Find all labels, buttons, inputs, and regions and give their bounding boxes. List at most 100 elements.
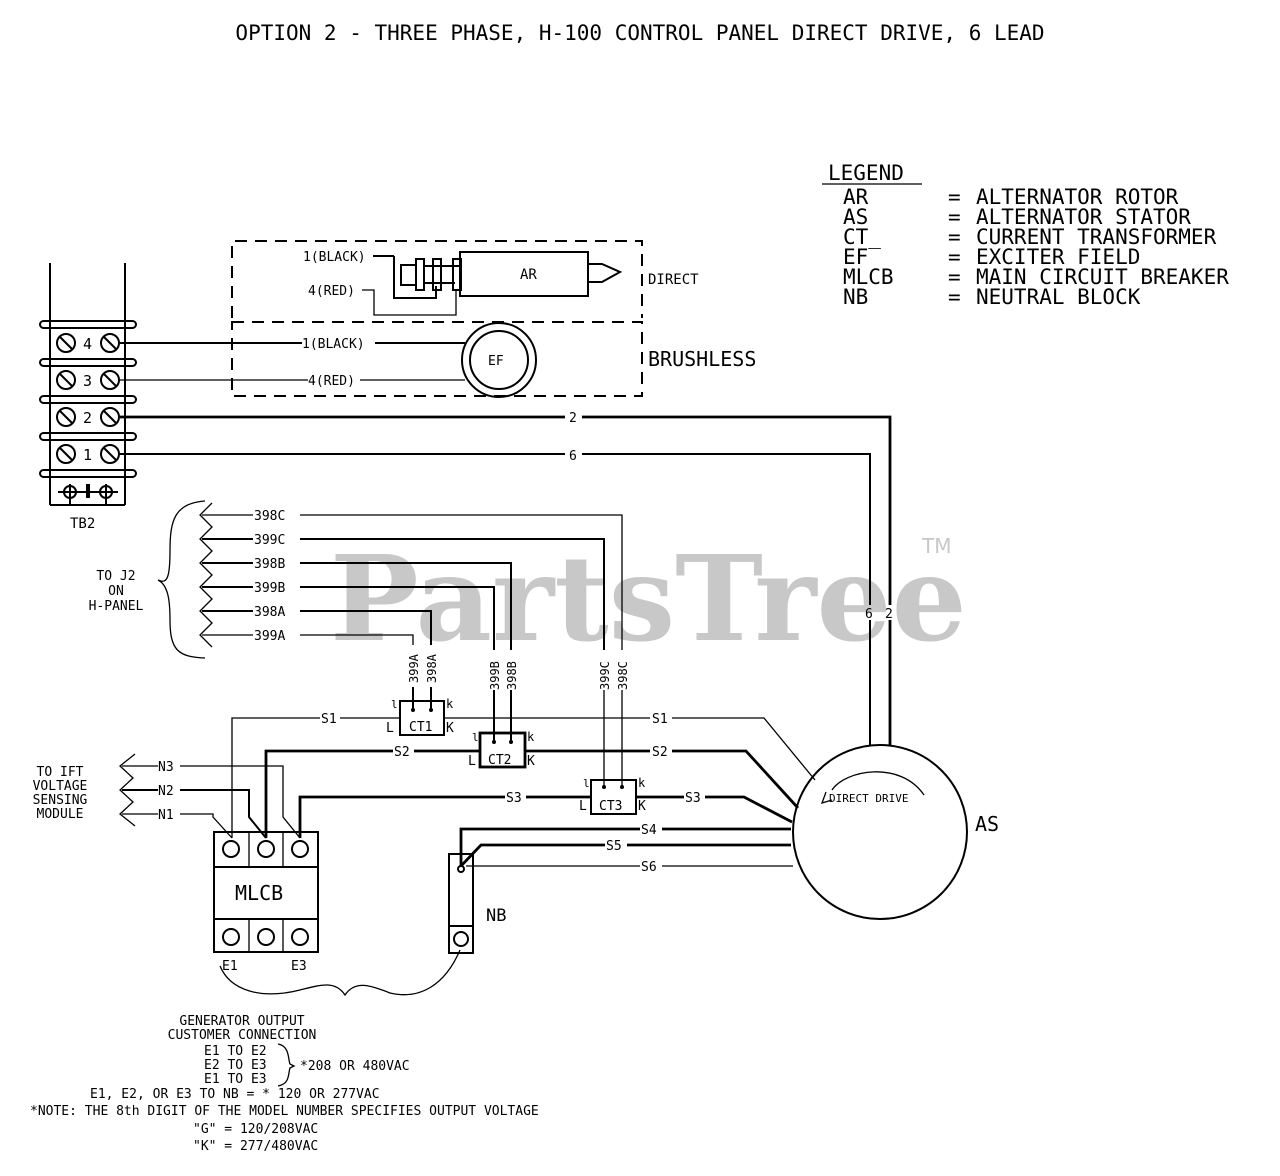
brushless-wire-4-label: 4(RED) — [308, 374, 355, 389]
svg-text:E1 TO E3: E1 TO E3 — [204, 1072, 267, 1087]
direct-wire-1-label: 1(BLACK) — [303, 250, 366, 265]
svg-text:CT1: CT1 — [409, 720, 432, 735]
svg-text:CT2: CT2 — [488, 753, 511, 768]
main-circuit-breaker: MLCB E1 E3 — [213, 831, 319, 974]
direct-wire-4-label: 4(RED) — [308, 284, 355, 299]
terminal-4: 4 — [56, 333, 120, 353]
legend-heading: LEGEND — [828, 161, 904, 185]
svg-text:k: k — [446, 697, 454, 711]
terminal-1: 1 — [56, 444, 120, 464]
svg-text:l: l — [391, 698, 398, 711]
direct-box: 1(BLACK) 4(RED) AR DIRECT — [231, 240, 699, 318]
svg-text:SENSING: SENSING — [33, 793, 88, 808]
nb-label: NB — [486, 906, 506, 926]
direct-drive-label: DIRECT DRIVE — [829, 792, 908, 805]
svg-text:1: 1 — [83, 446, 92, 464]
svg-text:398C: 398C — [254, 509, 285, 524]
svg-text:398B: 398B — [254, 557, 285, 572]
output-brace — [219, 949, 461, 997]
rotor-label: AR — [520, 267, 537, 283]
customer-connection-notes: GENERATOR OUTPUT CUSTOMER CONNECTION E1 … — [30, 1014, 539, 1154]
svg-text:399A: 399A — [254, 629, 285, 644]
legend-abbr: NB — [843, 285, 868, 309]
svg-text:399C: 399C — [598, 661, 612, 690]
svg-text:398A: 398A — [425, 653, 439, 683]
exciter-field-label: EF — [488, 354, 504, 369]
brushless-box: 1(BLACK) 4(RED) EF BRUSHLESS — [120, 321, 756, 398]
svg-text:CUSTOMER CONNECTION: CUSTOMER CONNECTION — [168, 1028, 317, 1043]
alternator-stator: DIRECT DRIVE AS — [792, 744, 999, 920]
s6-label: S6 — [641, 860, 657, 875]
mlcb-e1-label: E1 — [222, 959, 238, 974]
page-title: OPTION 2 - THREE PHASE, H-100 CONTROL PA… — [235, 21, 1044, 45]
svg-text:TO IFT: TO IFT — [37, 765, 84, 780]
svg-text:399A: 399A — [407, 653, 421, 683]
svg-text:398B: 398B — [505, 661, 519, 690]
terminal-3: 3 — [56, 370, 120, 390]
stator-leads: S1 S1 S2 S2 S3 S3 S4 S5 S6 — [231, 712, 816, 875]
svg-text:L: L — [386, 721, 394, 736]
svg-text:E1 TO E2: E1 TO E2 — [204, 1044, 267, 1059]
svg-text:E1, E2, OR E3 TO NB = * 120 OR: E1, E2, OR E3 TO NB = * 120 OR 277VAC — [90, 1087, 380, 1102]
svg-text:K: K — [446, 721, 454, 736]
svg-text:N1: N1 — [158, 808, 174, 823]
svg-text:GENERATOR OUTPUT: GENERATOR OUTPUT — [179, 1014, 304, 1029]
watermark-tm: TM — [921, 534, 951, 558]
s3-label: S3 — [506, 791, 522, 806]
svg-text:E2 TO E3: E2 TO E3 — [204, 1058, 267, 1073]
svg-text:ON: ON — [108, 584, 124, 599]
legend-desc: NEUTRAL BLOCK — [976, 285, 1141, 309]
svg-text:K: K — [527, 754, 535, 769]
legend: LEGEND AR = ALTERNATOR ROTOR AS = ALTERN… — [822, 161, 1229, 309]
as-label: AS — [975, 812, 999, 836]
wire-2-label: 2 — [569, 411, 577, 426]
svg-text:CT3: CT3 — [599, 799, 622, 814]
mlcb-e3-label: E3 — [291, 959, 307, 974]
svg-text:VOLTAGE: VOLTAGE — [33, 779, 88, 794]
svg-text:l: l — [583, 777, 590, 790]
ift-voltage-sensing: TO IFT VOLTAGE SENSING MODULE N3 N2 N1 — [33, 753, 301, 839]
s2-label-right: S2 — [652, 745, 668, 760]
neutral-block: NB — [448, 853, 506, 954]
svg-text:3: 3 — [83, 372, 92, 390]
ct1: l k L K CT1 — [386, 687, 454, 736]
direct-label: DIRECT — [648, 272, 699, 288]
s4-label: S4 — [641, 823, 657, 838]
wire-2-vertical-label: 2 — [885, 607, 893, 622]
svg-text:N3: N3 — [158, 760, 174, 775]
slip-ring-hub — [400, 264, 417, 286]
brushless-label: BRUSHLESS — [648, 347, 756, 371]
j2-brace — [157, 500, 206, 659]
slip-ring-1 — [415, 258, 425, 291]
svg-text:k: k — [527, 730, 535, 744]
svg-text:MODULE: MODULE — [37, 807, 84, 822]
svg-text:k: k — [638, 776, 646, 790]
terminal-2: 2 — [56, 407, 120, 427]
svg-text:"K" = 277/480VAC: "K" = 277/480VAC — [193, 1139, 318, 1154]
wire-6-label: 6 — [569, 449, 577, 464]
j2-connector-icon — [199, 502, 213, 648]
svg-text:399B: 399B — [488, 661, 502, 690]
ground-lug-icon — [58, 484, 118, 505]
brushless-wire-1-label: 1(BLACK) — [302, 337, 365, 352]
svg-text:*208 OR 480VAC: *208 OR 480VAC — [300, 1059, 410, 1074]
mlcb-label: MLCB — [235, 881, 283, 905]
svg-text:4: 4 — [83, 335, 92, 353]
s3-label-right: S3 — [685, 791, 701, 806]
wiring-diagram: PartsTree TM OPTION 2 - THREE PHASE, H-1… — [30, 21, 1229, 1154]
watermark: PartsTree — [330, 529, 967, 668]
wire-6-vertical-label: 6 — [865, 607, 873, 622]
slip-ring-2 — [432, 258, 442, 291]
svg-text:399C: 399C — [254, 533, 285, 548]
s2-label: S2 — [394, 745, 410, 760]
svg-text:H-PANEL: H-PANEL — [89, 599, 144, 614]
svg-text:L: L — [468, 754, 476, 769]
svg-text:l: l — [472, 731, 479, 744]
svg-text:399B: 399B — [254, 581, 285, 596]
svg-text:L: L — [579, 799, 587, 814]
svg-text:K: K — [638, 799, 646, 814]
svg-text:N2: N2 — [158, 784, 174, 799]
ct2: l k L K CT2 — [468, 690, 535, 769]
rotor-shaft — [588, 263, 623, 283]
svg-text:398A: 398A — [254, 605, 285, 620]
